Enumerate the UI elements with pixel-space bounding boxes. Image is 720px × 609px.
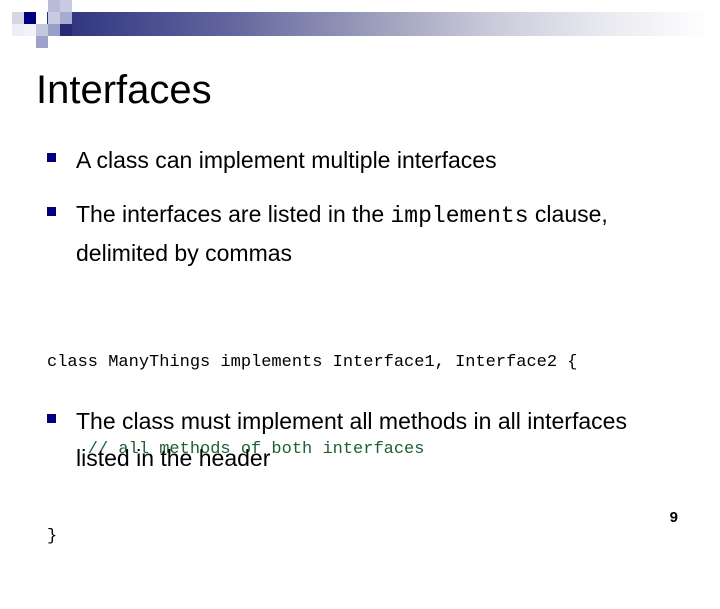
deco-square <box>12 12 24 24</box>
list-item: The interfaces are listed in the impleme… <box>47 196 687 272</box>
page-number: 9 <box>669 509 678 526</box>
slide: Interfaces A class can implement multipl… <box>0 0 720 546</box>
list-item-label: A class can implement multiple interface… <box>76 147 497 173</box>
code-keyword: implements <box>390 203 529 229</box>
list-item: The class must implement all methods in … <box>47 403 667 477</box>
deco-square <box>60 12 72 24</box>
list-item-text-lead: The interfaces are listed in the <box>76 201 391 227</box>
deco-square <box>60 0 72 12</box>
header-decoration <box>0 0 720 48</box>
list-item-label: The class must implement all methods in … <box>76 408 627 471</box>
list-item: A class can implement multiple interface… <box>47 142 667 179</box>
deco-square-accent <box>24 12 36 24</box>
deco-square <box>36 24 48 36</box>
square-bullet-icon <box>47 207 56 216</box>
code-line: } <box>47 527 58 546</box>
deco-square <box>24 24 36 36</box>
deco-square <box>36 36 48 48</box>
deco-square <box>60 24 72 36</box>
deco-square <box>12 24 24 36</box>
page-title: Interfaces <box>36 68 212 112</box>
deco-square <box>48 0 60 12</box>
code-line: class ManyThings implements Interface1, … <box>47 353 578 372</box>
square-bullet-icon <box>47 414 56 423</box>
gradient-bar <box>47 12 720 36</box>
deco-square <box>48 24 60 36</box>
list-item-label: The interfaces are listed in the impleme… <box>76 196 687 272</box>
square-bullet-icon <box>47 153 56 162</box>
deco-square <box>48 12 60 24</box>
